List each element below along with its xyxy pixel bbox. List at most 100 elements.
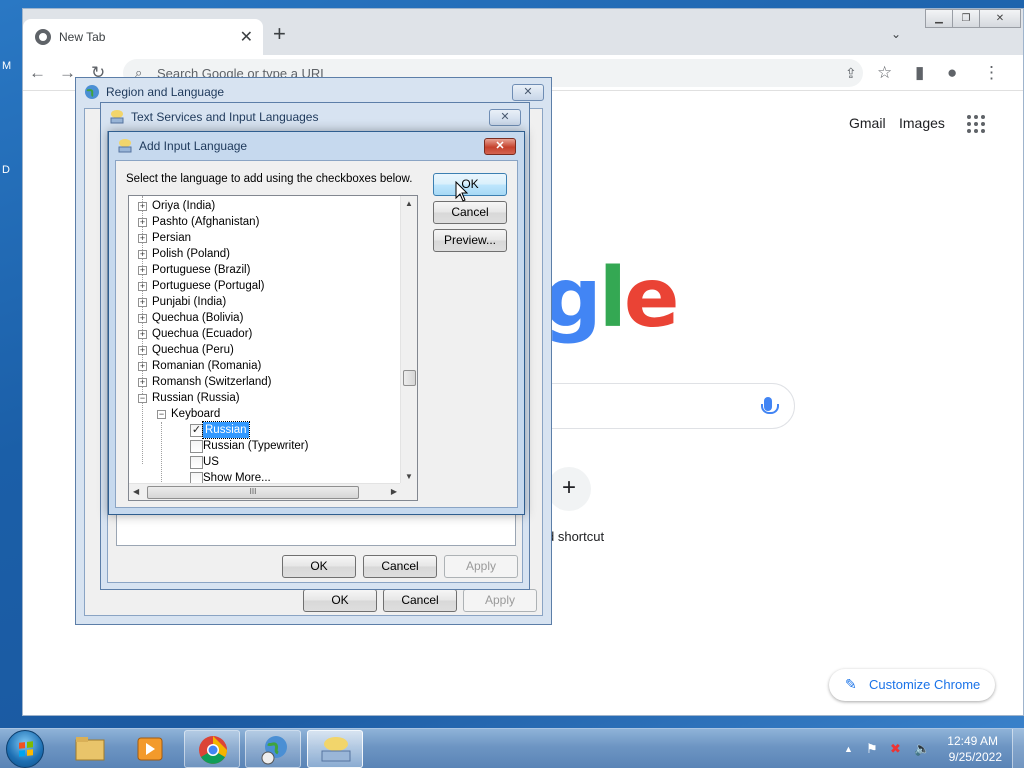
mouse-pointer-icon xyxy=(455,181,469,202)
apply-button[interactable]: Apply xyxy=(444,555,518,578)
forward-arrow-icon[interactable]: → xyxy=(59,63,76,83)
taskbar-explorer[interactable] xyxy=(62,730,118,768)
new-tab-plus-icon[interactable]: + xyxy=(273,23,286,45)
expand-icon[interactable]: + xyxy=(138,362,147,371)
expand-icon[interactable]: + xyxy=(138,202,147,211)
ok-button[interactable]: OK xyxy=(303,589,377,612)
scroll-up-arrow-icon[interactable]: ▲ xyxy=(405,199,413,208)
collapse-icon[interactable]: − xyxy=(138,394,147,403)
expand-icon[interactable]: + xyxy=(138,282,147,291)
clock-time[interactable]: 12:49 AM xyxy=(947,734,998,748)
tree-item-label: Punjabi (India) xyxy=(152,296,227,308)
share-icon[interactable]: ⇪ xyxy=(845,65,857,82)
ok-button[interactable]: OK xyxy=(282,555,356,578)
dialog-title: Text Services and Input Languages xyxy=(131,110,319,124)
expand-icon[interactable]: + xyxy=(138,378,147,387)
checkbox[interactable] xyxy=(190,456,203,469)
customize-chrome-button[interactable]: ✎ Customize Chrome xyxy=(829,669,995,701)
checkbox[interactable] xyxy=(190,440,203,453)
show-hidden-icons-icon[interactable]: ▲ xyxy=(844,744,853,754)
start-button[interactable] xyxy=(6,730,44,768)
add-shortcut-label: d shortcut xyxy=(547,529,605,544)
back-arrow-icon[interactable]: ← xyxy=(29,63,46,83)
taskbar: ▲ ⚑ ✖ 🔈 12:49 AM 9/25/2022 xyxy=(0,728,1024,768)
taskbar-region-language[interactable] xyxy=(245,730,301,768)
scroll-right-arrow-icon[interactable]: ▶ xyxy=(391,487,397,496)
tab-close-icon[interactable]: ✕ xyxy=(240,27,253,47)
cancel-button[interactable]: Cancel xyxy=(363,555,437,578)
bookmark-star-icon[interactable]: ☆ xyxy=(877,63,892,83)
minimize-button[interactable]: ▁ xyxy=(925,9,953,28)
close-button[interactable]: ✕ xyxy=(512,84,544,101)
images-link[interactable]: Images xyxy=(899,115,945,131)
instruction-text: Select the language to add using the che… xyxy=(126,173,413,185)
clock-date[interactable]: 9/25/2022 xyxy=(949,750,1002,764)
tab-strip: New Tab ✕ + ⌄ ▁ ❐ ✕ xyxy=(23,9,1023,55)
expand-icon[interactable]: + xyxy=(138,250,147,259)
tab-new-tab[interactable]: New Tab ✕ xyxy=(23,19,263,55)
apps-grid-icon[interactable] xyxy=(967,115,985,133)
scroll-left-arrow-icon[interactable]: ◀ xyxy=(133,487,139,496)
tree-item-label: Quechua (Bolivia) xyxy=(152,312,244,324)
microphone-icon[interactable] xyxy=(761,397,779,414)
tab-title: New Tab xyxy=(59,30,106,44)
tree-item-label: Pashto (Afghanistan) xyxy=(152,216,260,228)
tree-item-label: Russian (Russia) xyxy=(152,392,240,404)
language-tree[interactable]: + Oriya (India) + Pashto (Afghanistan) + Pers… xyxy=(128,195,418,501)
tab-search-chevron-icon[interactable]: ⌄ xyxy=(891,27,901,41)
media-player-icon xyxy=(137,737,163,761)
cancel-button[interactable]: Cancel xyxy=(433,201,507,224)
expand-icon[interactable]: + xyxy=(138,298,147,307)
action-center-flag-icon[interactable]: ⚑ xyxy=(866,741,878,757)
scroll-thumb[interactable]: III xyxy=(147,486,359,499)
kebab-menu-icon[interactable]: ⋮ xyxy=(983,63,1000,83)
windows-logo-icon xyxy=(19,741,33,757)
apply-button[interactable]: Apply xyxy=(463,589,537,612)
chrome-favicon-icon xyxy=(35,29,51,45)
ok-button[interactable]: OK xyxy=(433,173,507,196)
expand-icon[interactable]: + xyxy=(138,266,147,275)
profile-avatar-icon[interactable]: ● xyxy=(947,63,957,83)
close-window-button[interactable]: ✕ xyxy=(979,9,1021,28)
expand-icon[interactable]: + xyxy=(138,314,147,323)
desktop-icon-label: D xyxy=(2,164,10,176)
dialog-title: Region and Language xyxy=(106,85,225,99)
side-panel-icon[interactable]: ▮ xyxy=(915,63,924,83)
gmail-link[interactable]: Gmail xyxy=(849,115,886,131)
tree-item-label: Romansh (Switzerland) xyxy=(152,376,272,388)
keyboard-icon xyxy=(321,737,351,762)
taskbar-chrome[interactable] xyxy=(184,730,240,768)
taskbar-media-player[interactable] xyxy=(122,730,178,768)
checkbox-checked[interactable]: ✓ xyxy=(190,424,203,437)
show-desktop-button[interactable] xyxy=(1012,729,1024,768)
keyboard-icon xyxy=(118,139,132,153)
network-disconnected-icon[interactable]: ✖ xyxy=(890,741,901,757)
dialog-client: Select the language to add using the che… xyxy=(115,160,518,508)
restore-button[interactable]: ❐ xyxy=(952,9,980,28)
tree-item-label: Oriya (India) xyxy=(152,200,216,212)
cancel-button[interactable]: Cancel xyxy=(383,589,457,612)
expand-icon[interactable]: + xyxy=(138,218,147,227)
scroll-corner xyxy=(400,483,417,500)
scroll-thumb[interactable] xyxy=(403,370,416,386)
tree-item-label: Romanian (Romania) xyxy=(152,360,262,372)
close-button[interactable]: ✕ xyxy=(484,138,516,155)
tree-item-label: Persian xyxy=(152,232,191,244)
collapse-icon[interactable]: − xyxy=(157,410,166,419)
expand-icon[interactable]: + xyxy=(138,330,147,339)
add-shortcut-plus-icon[interactable]: + xyxy=(547,467,591,511)
globe-clock-icon xyxy=(261,736,287,765)
expand-icon[interactable]: + xyxy=(138,234,147,243)
horizontal-scrollbar[interactable]: ◀ III ▶ xyxy=(129,483,401,500)
expand-icon[interactable]: + xyxy=(138,346,147,355)
customize-label: Customize Chrome xyxy=(869,677,981,692)
tree-item-label: Quechua (Ecuador) xyxy=(152,328,253,340)
scroll-down-arrow-icon[interactable]: ▼ xyxy=(405,472,413,481)
volume-icon[interactable]: 🔈 xyxy=(914,741,930,757)
close-button[interactable]: ✕ xyxy=(489,109,521,126)
tree-item-label: Portuguese (Brazil) xyxy=(152,264,251,276)
vertical-scrollbar[interactable]: ▲ ▼ xyxy=(400,196,417,484)
taskbar-text-services[interactable] xyxy=(307,730,363,768)
folder-icon xyxy=(75,737,105,761)
preview-button[interactable]: Preview... xyxy=(433,229,507,252)
